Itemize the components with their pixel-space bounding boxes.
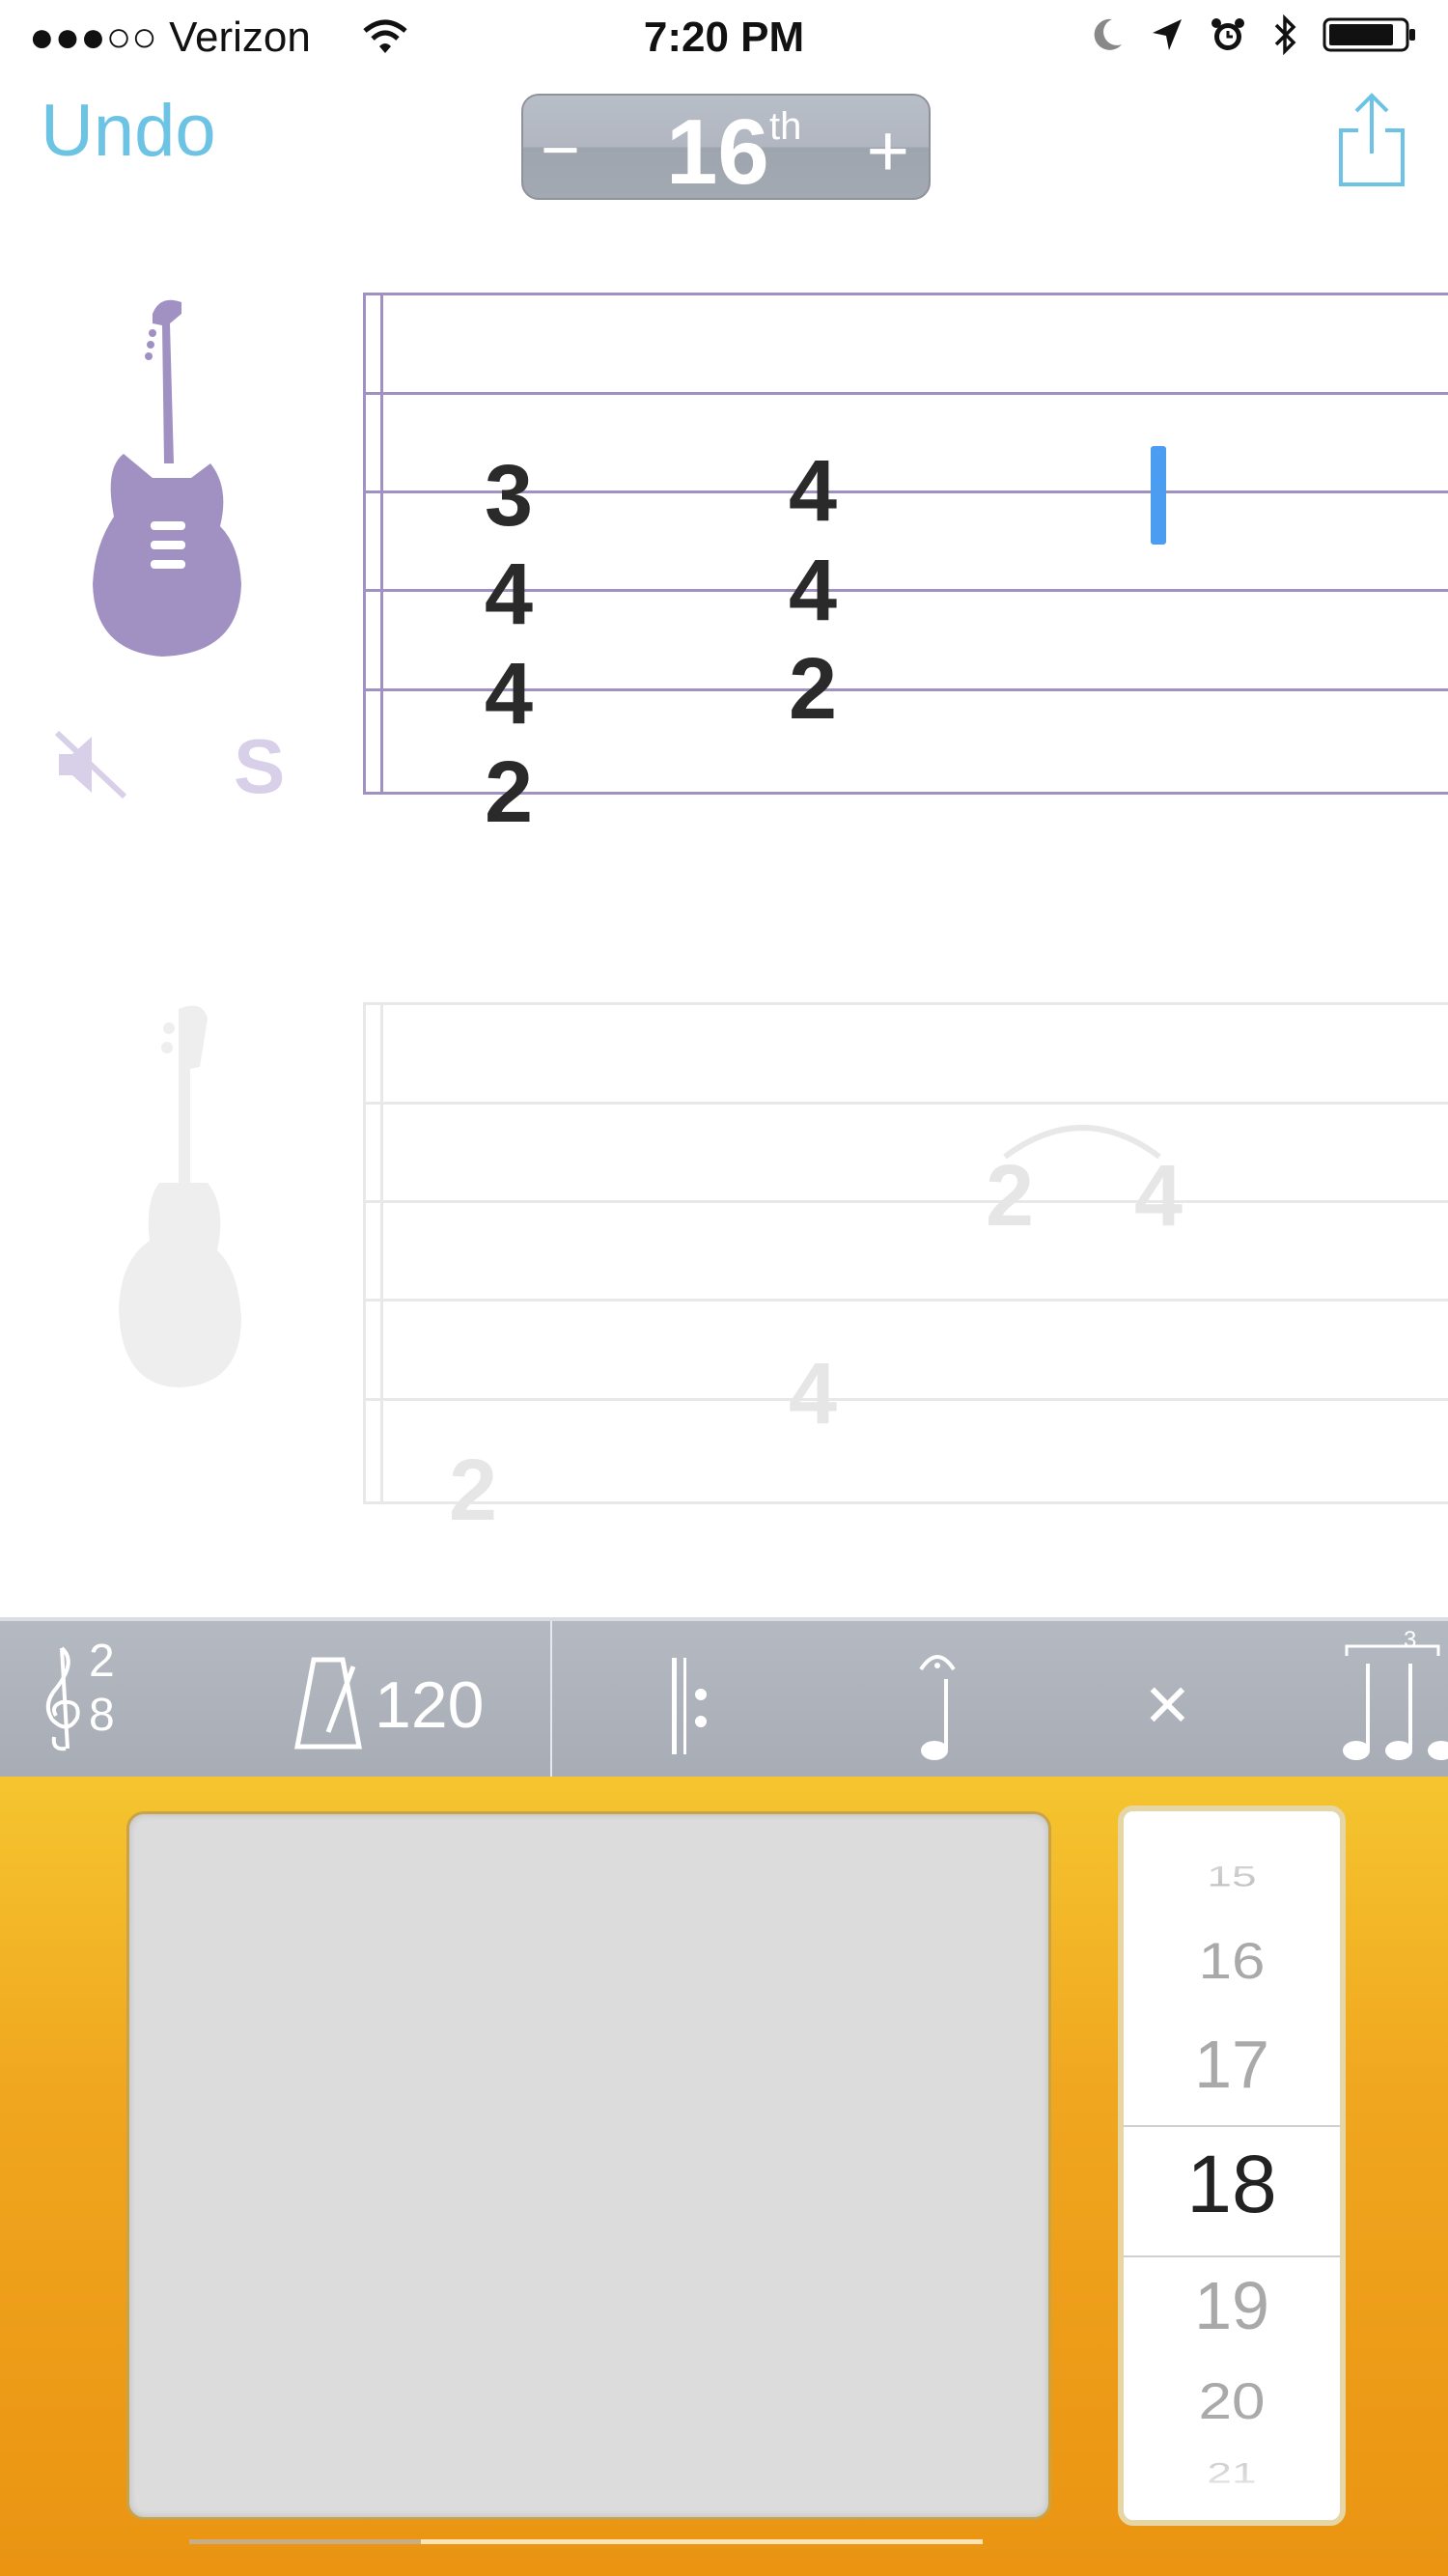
tab-staff-guitar[interactable]: 3 4 4 2 4 4 2	[363, 293, 1448, 841]
tab-note[interactable]: 4	[774, 542, 851, 641]
triplet-label: 3	[1404, 1627, 1417, 1653]
share-icon[interactable]	[1337, 92, 1406, 188]
speaker-muted-icon[interactable]	[53, 729, 128, 800]
tab-staff-bass[interactable]: 2 4 4 2	[363, 1002, 1448, 1539]
wifi-icon	[363, 19, 407, 53]
treble-clef-icon[interactable]	[39, 1642, 85, 1758]
notation-toolbar: 2 8 120 × 3	[0, 1617, 1448, 1777]
decrement-button[interactable]: −	[541, 111, 580, 188]
bass-guitar-icon[interactable]	[111, 999, 246, 1390]
picker-option[interactable]: 17	[1124, 2026, 1340, 2103]
tab-note[interactable]: 2	[971, 1147, 1048, 1246]
metronome-icon[interactable]	[290, 1655, 367, 1751]
tab-note[interactable]: 4	[774, 1345, 851, 1444]
tab-note[interactable]: 4	[1120, 1147, 1197, 1246]
solo-button[interactable]: S	[234, 722, 285, 811]
tab-note[interactable]: 3	[470, 447, 547, 546]
note-duration-suffix: th	[769, 105, 802, 148]
picker-selected-option[interactable]: 18	[1124, 2138, 1340, 2231]
triplet-icon[interactable]	[1337, 1637, 1448, 1772]
moon-icon	[1094, 18, 1122, 50]
picker-option[interactable]: 19	[1124, 2267, 1340, 2344]
location-arrow-icon	[1153, 19, 1182, 50]
fret-number-picker[interactable]: 15 16 17 18 19 20 21	[1118, 1806, 1346, 2526]
tab-note[interactable]: 2	[470, 743, 547, 843]
alarm-icon	[1211, 18, 1244, 50]
tab-note[interactable]: 2	[774, 640, 851, 740]
repeat-start-icon[interactable]	[666, 1658, 714, 1754]
tempo-value[interactable]: 120	[375, 1667, 484, 1743]
note-duration-stepper[interactable]: − 16 th +	[521, 94, 931, 204]
fretboard-pad[interactable]	[126, 1811, 1051, 2520]
undo-button[interactable]: Undo	[41, 89, 216, 173]
battery-icon	[1323, 17, 1415, 52]
increment-button[interactable]: +	[867, 109, 909, 193]
edit-cursor	[1151, 446, 1166, 545]
status-bar: ●●●○○ Verizon 7:20 PM	[0, 0, 1448, 77]
close-icon[interactable]: ×	[1145, 1660, 1190, 1749]
toolbar-divider	[550, 1621, 552, 1777]
electric-guitar-icon[interactable]	[85, 294, 249, 661]
bluetooth-icon	[1274, 14, 1296, 56]
fermata-icon[interactable]	[915, 1650, 960, 1766]
tab-note[interactable]: 4	[470, 546, 547, 645]
horizontal-scrollbar[interactable]	[189, 2539, 983, 2544]
input-panel: 15 16 17 18 19 20 21	[0, 1777, 1448, 2576]
status-icons	[1087, 14, 1419, 56]
scrollbar-thumb[interactable]	[189, 2539, 421, 2544]
tab-note[interactable]: 2	[434, 1442, 512, 1541]
picker-option[interactable]: 16	[1124, 1932, 1340, 1990]
note-duration-value: 16	[666, 100, 769, 204]
time-signature-top[interactable]: 2	[89, 1635, 115, 1688]
tab-note[interactable]: 4	[470, 645, 547, 744]
time-signature-bottom[interactable]: 8	[89, 1689, 115, 1742]
tab-note[interactable]: 4	[774, 442, 851, 542]
